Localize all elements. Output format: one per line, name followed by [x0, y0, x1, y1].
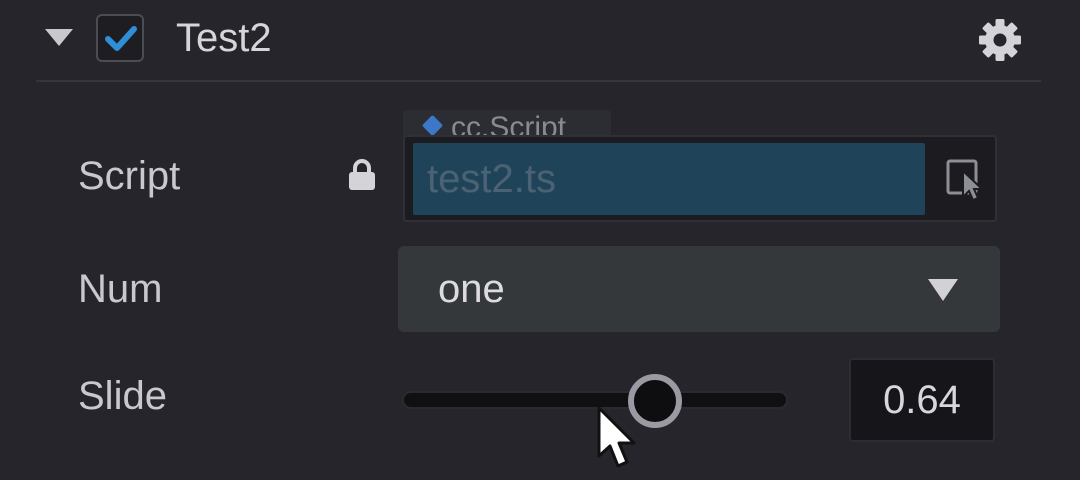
component-header: Test2 — [0, 0, 1080, 80]
mouse-cursor-icon — [597, 406, 636, 468]
script-label: Script — [78, 154, 181, 198]
script-type-diamond-icon — [421, 114, 444, 137]
chevron-down-icon — [928, 279, 958, 301]
header-divider — [36, 80, 1041, 82]
enabled-checkbox[interactable] — [96, 14, 144, 62]
num-dropdown[interactable]: one — [398, 246, 1000, 332]
component-inspector: Test2 Script cc.Script test2.ts Num one … — [0, 0, 1080, 480]
locate-asset-icon[interactable] — [945, 157, 989, 201]
num-dropdown-value: one — [438, 267, 505, 311]
slide-value-input[interactable]: 0.64 — [849, 358, 995, 442]
num-label: Num — [78, 267, 163, 311]
script-asset-value[interactable]: test2.ts — [413, 143, 925, 215]
lock-icon — [349, 159, 375, 190]
script-asset-field[interactable]: test2.ts — [403, 135, 997, 222]
triangle-down-icon[interactable] — [45, 29, 73, 46]
checkmark-icon — [105, 26, 137, 51]
slide-label: Slide — [78, 374, 167, 418]
gear-icon[interactable] — [976, 16, 1024, 64]
component-title: Test2 — [176, 16, 272, 60]
